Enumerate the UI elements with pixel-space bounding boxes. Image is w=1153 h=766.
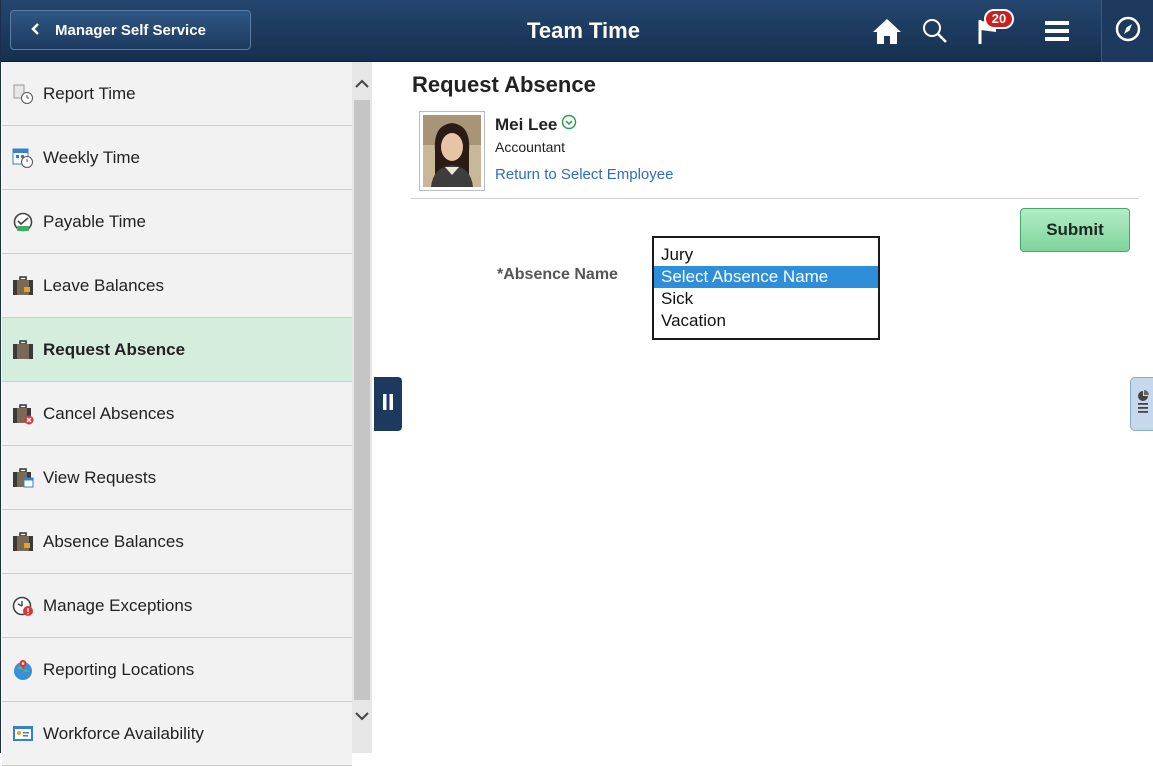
employee-name: Mei Lee: [495, 114, 577, 135]
briefcase-icon: [12, 275, 34, 297]
related-content-handle[interactable]: [1130, 377, 1153, 431]
sidebar-item-label: Payable Time: [43, 211, 146, 231]
clock-report-icon: [12, 83, 34, 105]
sidebar-item-absence-balances[interactable]: Absence Balances: [2, 510, 352, 574]
listbox-option[interactable]: Sick: [654, 288, 878, 310]
menu-icon[interactable]: [1039, 14, 1075, 48]
sidebar-nav: Report Time Weekly Time Payable Time Lea…: [2, 62, 352, 766]
sidebar-item-leave-balances[interactable]: Leave Balances: [2, 254, 352, 318]
pause-icon: [382, 393, 394, 416]
chevron-left-icon: [31, 22, 41, 38]
absence-name-listbox[interactable]: Jury Select Absence Name Sick Vacation: [652, 236, 880, 340]
briefcase-calendar-icon: [12, 467, 34, 489]
search-icon[interactable]: [917, 14, 953, 48]
employee-actions-dropdown-icon[interactable]: [561, 114, 577, 135]
sidebar-item-label: Absence Balances: [43, 531, 184, 551]
chevron-down-icon[interactable]: [354, 708, 370, 724]
pie-chart-list-icon: [1136, 389, 1150, 420]
chevron-up-icon[interactable]: [354, 76, 370, 92]
sidebar-item-label: Reporting Locations: [43, 659, 195, 679]
sidebar-collapse-handle[interactable]: [374, 377, 402, 431]
employee-photo: [419, 111, 485, 191]
listbox-option-selected[interactable]: Select Absence Name: [654, 266, 878, 288]
calendar-clock-icon: [12, 147, 34, 169]
listbox-option[interactable]: Vacation: [654, 310, 878, 332]
sidebar-item-payable-time[interactable]: Payable Time: [2, 190, 352, 254]
home-icon[interactable]: [869, 14, 905, 48]
sidebar-item-label: Manage Exceptions: [43, 595, 193, 615]
return-to-select-employee-link[interactable]: Return to Select Employee: [495, 166, 673, 183]
app-header: Manager Self Service Team Time 20: [1, 0, 1153, 62]
briefcase-icon: [12, 531, 34, 553]
absence-name-label: *Absence Name: [497, 266, 618, 283]
sidebar-item-view-requests[interactable]: View Requests: [2, 446, 352, 510]
back-button[interactable]: Manager Self Service: [10, 10, 251, 50]
sidebar-item-cancel-absences[interactable]: Cancel Absences: [2, 382, 352, 446]
stopwatch-icon: [12, 211, 34, 233]
sidebar-item-label: Cancel Absences: [43, 403, 175, 423]
briefcase-icon: [12, 339, 34, 361]
sidebar-item-report-time[interactable]: Report Time: [2, 62, 352, 126]
sidebar-item-workforce-availability[interactable]: Workforce Availability: [2, 702, 352, 766]
content-divider: [411, 198, 1139, 199]
notification-badge[interactable]: 20: [984, 9, 1014, 29]
sidebar-item-label: Workforce Availability: [43, 723, 204, 743]
sidebar-item-label: Report Time: [43, 83, 136, 103]
submit-button[interactable]: Submit: [1020, 208, 1130, 252]
sidebar-item-label: Request Absence: [43, 339, 186, 359]
sidebar-scroll-thumb[interactable]: [354, 100, 370, 700]
sidebar-item-reporting-locations[interactable]: Reporting Locations: [2, 638, 352, 702]
sidebar-item-label: Weekly Time: [43, 147, 140, 167]
globe-pin-icon: [12, 659, 34, 681]
presentation-icon: [12, 723, 34, 745]
clock-alert-icon: [12, 595, 34, 617]
navbar-button[interactable]: [1102, 0, 1153, 62]
sidebar: Report Time Weekly Time Payable Time Lea…: [2, 62, 372, 766]
app-frame: Manager Self Service Team Time 20 Report…: [0, 0, 1153, 766]
briefcase-cancel-icon: [12, 403, 34, 425]
employee-job-title: Accountant: [495, 139, 566, 155]
sidebar-item-label: View Requests: [43, 467, 157, 487]
compass-icon: [1114, 15, 1142, 48]
sidebar-item-label: Leave Balances: [43, 275, 164, 295]
sidebar-item-request-absence[interactable]: Request Absence: [2, 318, 352, 382]
page-header-title: Team Time: [527, 18, 640, 43]
page-title: Request Absence: [412, 72, 596, 97]
listbox-option[interactable]: Jury: [654, 244, 878, 266]
employee-name-text: Mei Lee: [495, 114, 558, 134]
sidebar-item-manage-exceptions[interactable]: Manage Exceptions: [2, 574, 352, 638]
sidebar-item-weekly-time[interactable]: Weekly Time: [2, 126, 352, 190]
back-button-label: Manager Self Service: [55, 21, 206, 39]
